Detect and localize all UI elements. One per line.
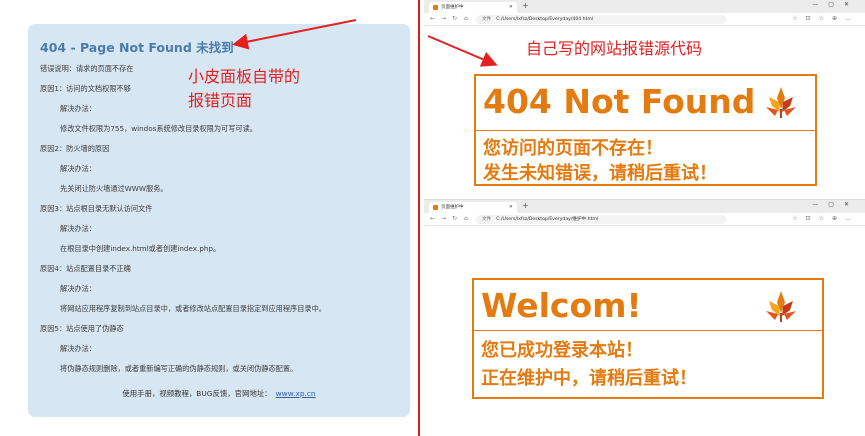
arrow-to-panel bbox=[232, 19, 357, 50]
arrow-to-browser bbox=[427, 35, 498, 67]
annotation-arrows bbox=[232, 19, 498, 67]
